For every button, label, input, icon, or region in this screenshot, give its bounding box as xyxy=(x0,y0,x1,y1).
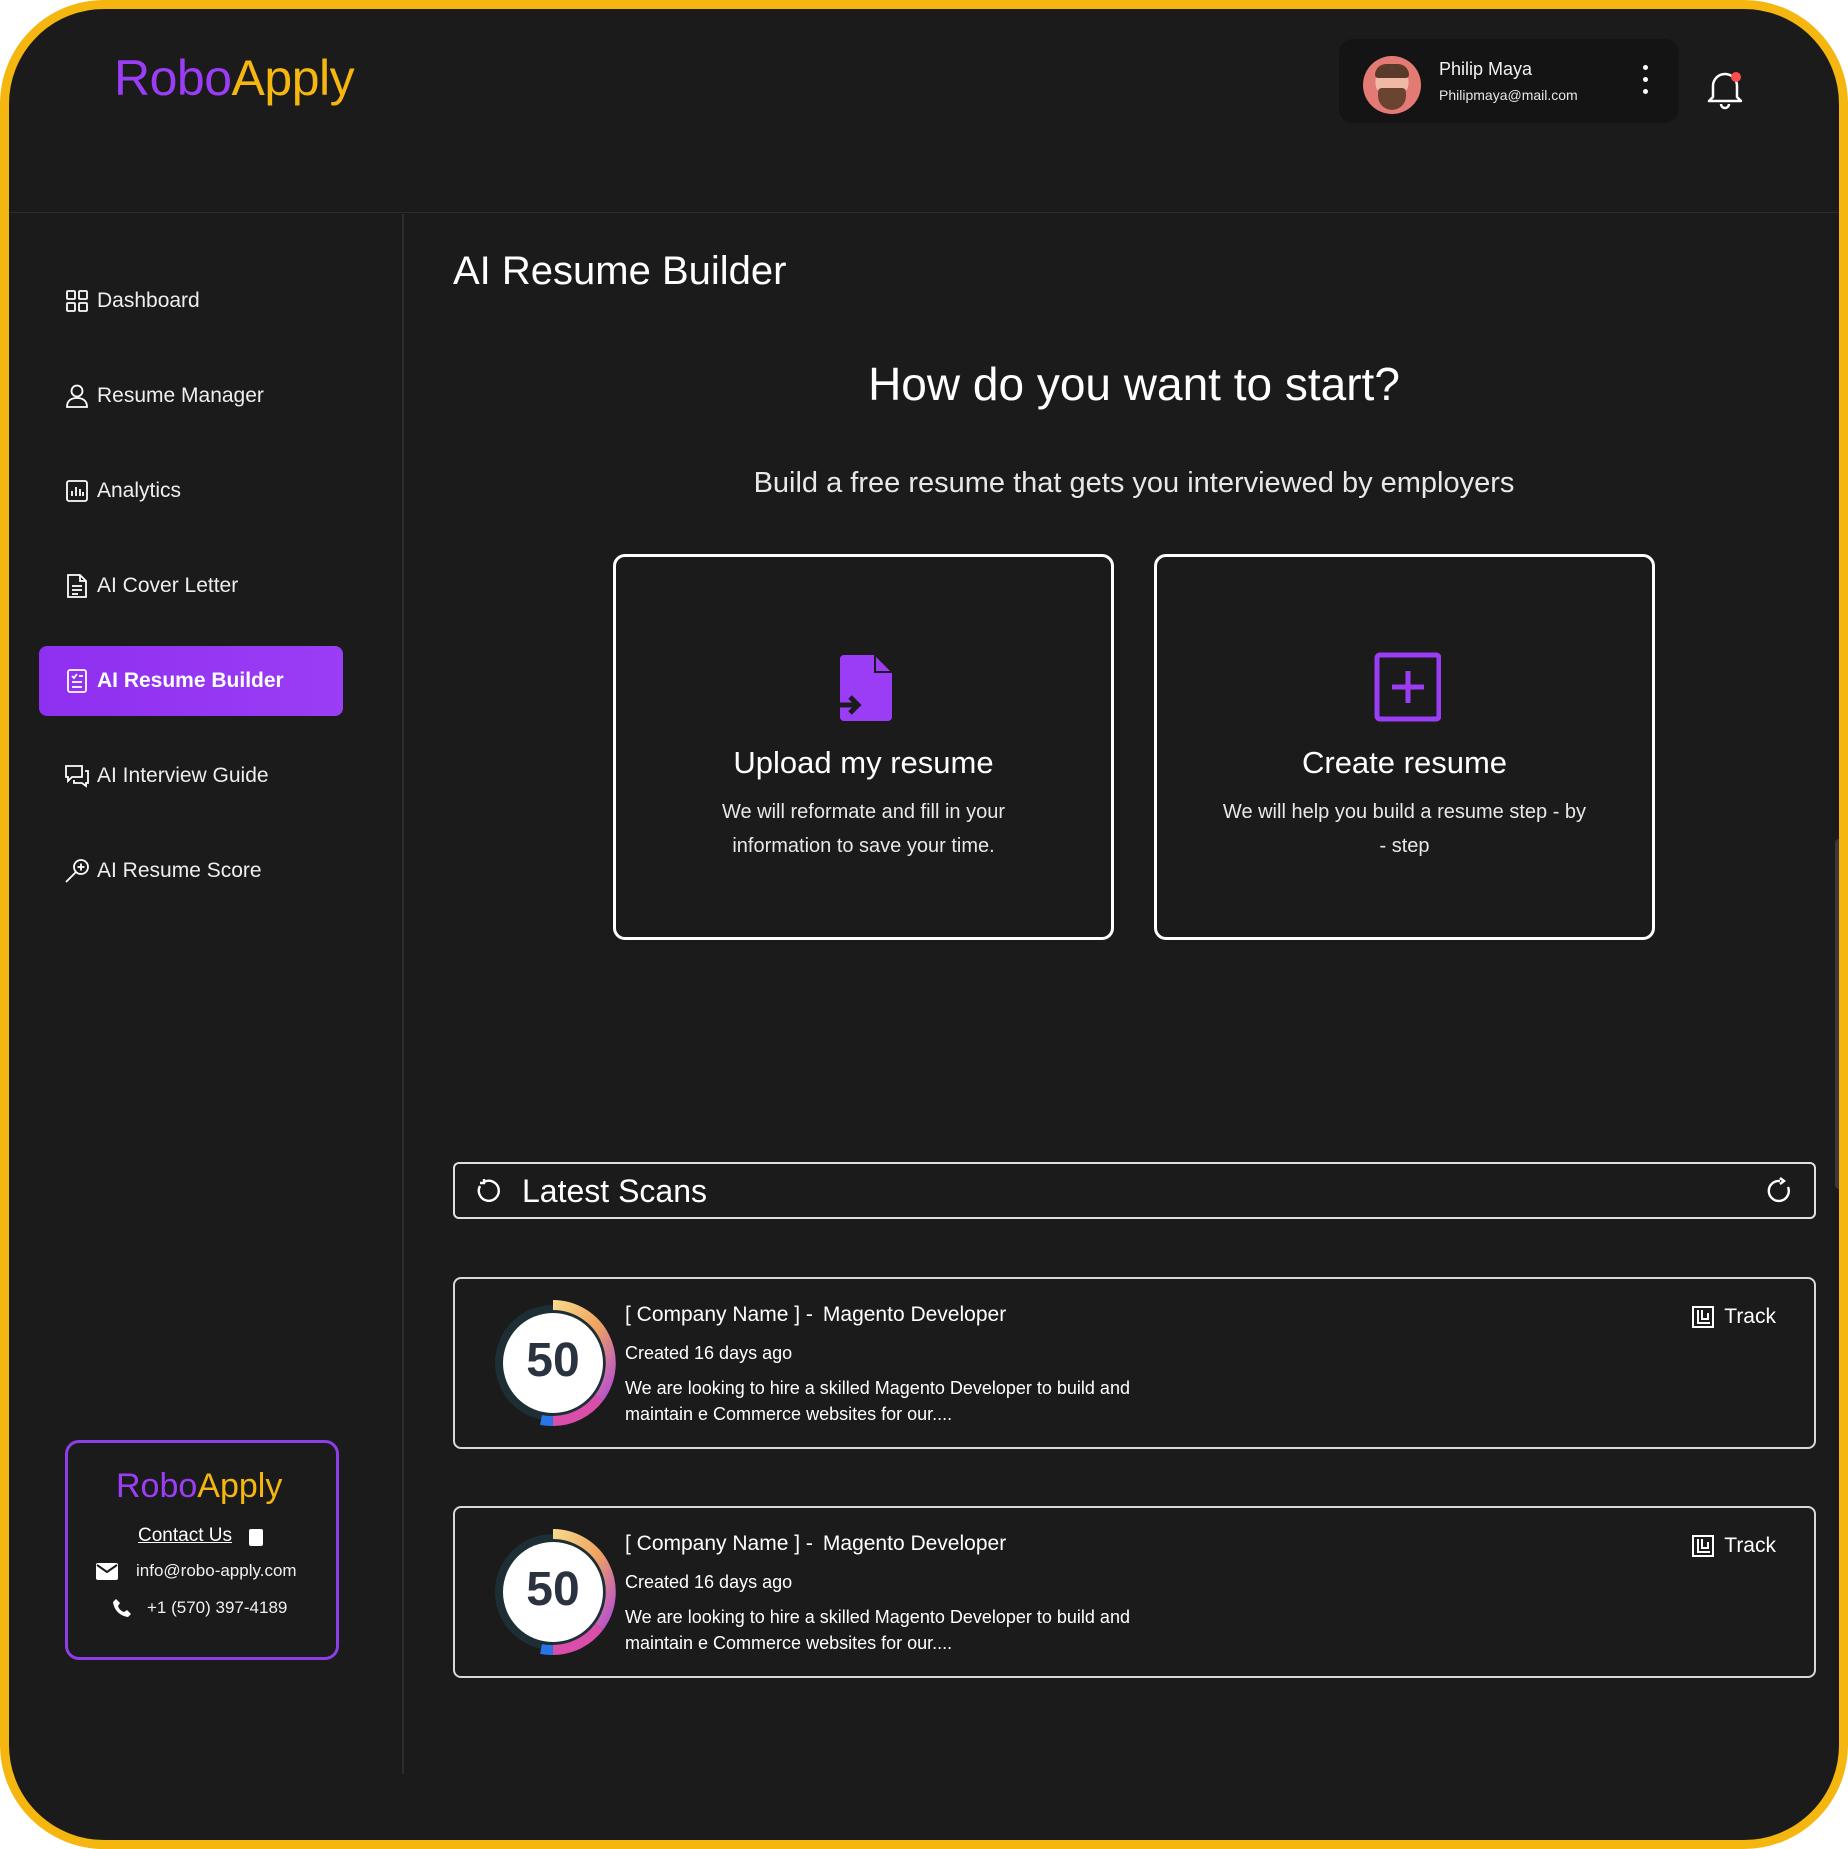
track-label: Track xyxy=(1724,1534,1776,1557)
scan-description: We are looking to hire a skilled Magento… xyxy=(625,1378,1130,1424)
scan-company: [ Company Name ] - xyxy=(625,1303,813,1326)
user-icon xyxy=(63,382,91,410)
start-subtitle: Build a free resume that gets you interv… xyxy=(753,467,1515,499)
contact-card: RoboApply Contact Us info@robo-apply.com… xyxy=(65,1440,339,1660)
contact-email[interactable]: info@robo-apply.com xyxy=(136,1561,297,1581)
sidebar-item-label: Analytics xyxy=(97,479,182,502)
app-logo[interactable]: RoboApply xyxy=(114,49,355,107)
latest-scans-title: Latest Scans xyxy=(522,1173,707,1209)
sidebar-item-label: Resume Manager xyxy=(97,384,264,407)
sidebar: Dashboard Resume Manager Analytics AI Co… xyxy=(9,214,404,1774)
scan-card[interactable]: 50 [ Company Name ] - Magento Developer C… xyxy=(453,1277,1816,1449)
top-bar: RoboApply Philip Maya Philipmaya@mail.co… xyxy=(9,9,1839,213)
scan-card[interactable]: 50 [ Company Name ] - Magento Developer C… xyxy=(453,1506,1816,1678)
scan-title: [ Company Name ] - Magento Developer xyxy=(625,1303,1006,1327)
track-icon xyxy=(1692,1306,1715,1328)
sidebar-item-resume-manager[interactable]: Resume Manager xyxy=(39,361,343,431)
contact-card-icon xyxy=(249,1529,263,1546)
sidebar-item-ai-resume-score[interactable]: AI Resume Score xyxy=(39,836,343,906)
user-email: Philipmaya@mail.com xyxy=(1439,87,1578,103)
sidebar-item-label: Dashboard xyxy=(97,289,200,312)
logo-apply: Apply xyxy=(231,50,355,106)
app-frame: RoboApply Philip Maya Philipmaya@mail.co… xyxy=(0,0,1848,1849)
main-scrollbar[interactable] xyxy=(1835,839,1839,1189)
scan-title: [ Company Name ] - Magento Developer xyxy=(625,1532,1006,1556)
score-ring: 50 xyxy=(489,1528,617,1656)
score-value: 50 xyxy=(526,1563,580,1616)
create-resume-title: Create resume xyxy=(1301,745,1508,780)
sidebar-item-ai-interview-guide[interactable]: AI Interview Guide xyxy=(39,741,343,811)
upload-resume-desc: We will reformate and fill in your infor… xyxy=(721,801,1006,857)
dashboard-icon xyxy=(63,287,91,315)
latest-scans-header: Latest Scans xyxy=(453,1162,1816,1219)
sidebar-item-analytics[interactable]: Analytics xyxy=(39,456,343,526)
phone-icon xyxy=(112,1598,132,1618)
upload-resume-card[interactable]: Upload my resume We will reformate and f… xyxy=(613,554,1114,940)
create-resume-card[interactable]: Create resume We will help you build a r… xyxy=(1154,554,1655,940)
notification-bell-icon[interactable] xyxy=(1703,65,1747,111)
chat-icon xyxy=(63,762,91,790)
user-name: Philip Maya xyxy=(1439,59,1533,79)
track-button[interactable]: Track xyxy=(1692,1534,1776,1558)
track-icon xyxy=(1692,1535,1715,1557)
magnifier-plus-icon xyxy=(63,857,91,885)
contact-logo: RoboApply xyxy=(116,1467,283,1505)
scan-created: Created 16 days ago xyxy=(625,1343,793,1363)
avatar xyxy=(1363,56,1421,114)
plus-square-icon xyxy=(1373,651,1442,723)
scan-created: Created 16 days ago xyxy=(625,1572,793,1592)
contact-us-link[interactable]: Contact Us xyxy=(138,1525,232,1547)
resume-icon xyxy=(63,667,91,695)
contact-phone[interactable]: +1 (570) 397-4189 xyxy=(147,1598,287,1618)
sidebar-item-ai-cover-letter[interactable]: AI Cover Letter xyxy=(39,551,343,621)
upload-resume-title: Upload my resume xyxy=(733,745,994,780)
track-button[interactable]: Track xyxy=(1692,1305,1776,1329)
upload-file-icon xyxy=(832,651,900,723)
sidebar-item-dashboard[interactable]: Dashboard xyxy=(39,266,343,336)
scan-company: [ Company Name ] - xyxy=(625,1532,813,1555)
create-resume-desc: We will help you build a resume step - b… xyxy=(1222,801,1587,857)
logo-robo: Robo xyxy=(114,50,232,106)
page-title: AI Resume Builder xyxy=(453,249,787,293)
analytics-icon xyxy=(63,477,91,505)
start-question: How do you want to start? xyxy=(868,358,1400,410)
history-icon xyxy=(475,1178,501,1204)
refresh-icon[interactable] xyxy=(1766,1177,1794,1205)
score-value: 50 xyxy=(526,1334,580,1387)
sidebar-item-label: AI Resume Score xyxy=(97,859,262,882)
sidebar-item-ai-resume-builder[interactable]: AI Resume Builder xyxy=(39,646,343,716)
scan-description: We are looking to hire a skilled Magento… xyxy=(625,1607,1130,1653)
mail-icon xyxy=(96,1563,118,1580)
user-profile-card[interactable]: Philip Maya Philipmaya@mail.com xyxy=(1339,39,1679,123)
more-options-icon[interactable] xyxy=(1639,65,1651,99)
sidebar-item-label: AI Cover Letter xyxy=(97,574,239,597)
scan-role: Magento Developer xyxy=(822,1303,1007,1326)
document-icon xyxy=(63,572,91,600)
sidebar-item-label: AI Interview Guide xyxy=(97,764,269,787)
scan-role: Magento Developer xyxy=(822,1532,1007,1555)
track-label: Track xyxy=(1724,1305,1776,1328)
sidebar-item-label: AI Resume Builder xyxy=(97,669,284,692)
score-ring: 50 xyxy=(489,1299,617,1427)
